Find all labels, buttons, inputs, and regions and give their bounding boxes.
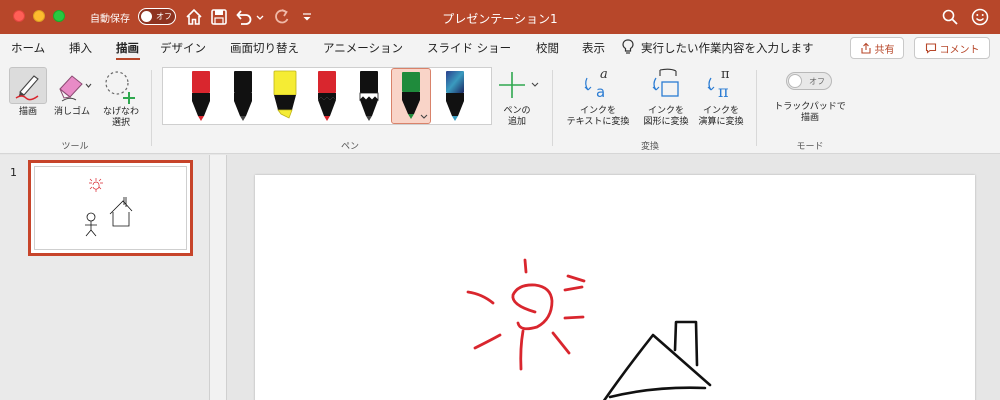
tab-view[interactable]: 表示 bbox=[582, 40, 605, 56]
lasso-select-button[interactable] bbox=[99, 68, 143, 108]
thumbnail-scrollbar[interactable] bbox=[210, 155, 227, 400]
add-pen-plus-icon bbox=[499, 72, 539, 98]
svg-text:a: a bbox=[596, 83, 605, 101]
ink-to-math-icon: π π bbox=[707, 67, 730, 101]
galaxy-pen-icon[interactable] bbox=[437, 68, 473, 124]
tell-me-search[interactable]: 実行したい作業内容を入力します bbox=[641, 40, 814, 56]
ink-to-text-label-line2: テキストに変換 bbox=[566, 117, 630, 127]
ink-to-math-button[interactable]: π π インクを 演算に変換 bbox=[694, 66, 748, 128]
active-tab-underline bbox=[116, 58, 140, 60]
lasso-select-icon bbox=[105, 71, 135, 104]
ink-to-shape-label-line1: インクを bbox=[647, 106, 684, 116]
search-icon[interactable] bbox=[940, 7, 960, 27]
sun-ray bbox=[563, 274, 586, 320]
ink-to-shape-button[interactable]: インクを 図形に変換 bbox=[636, 66, 696, 128]
sun-ray bbox=[519, 329, 525, 371]
black-pencil-icon[interactable] bbox=[351, 68, 387, 124]
trackpad-draw-label: トラックパッドで 描画 bbox=[766, 102, 854, 124]
tab-draw[interactable]: 描画 bbox=[116, 40, 139, 56]
eraser-icon bbox=[59, 75, 92, 102]
group-separator bbox=[552, 70, 553, 146]
tab-insert[interactable]: 挿入 bbox=[69, 40, 92, 56]
mode-group-label: モード bbox=[796, 142, 824, 152]
add-pen-button[interactable] bbox=[496, 68, 542, 106]
ink-to-shape-icon bbox=[652, 68, 679, 97]
yellow-highlighter-icon[interactable] bbox=[267, 68, 303, 124]
sun-ray bbox=[551, 331, 571, 355]
slide-drawing bbox=[466, 258, 712, 400]
tab-transitions[interactable]: 画面切り替え bbox=[230, 40, 299, 56]
add-pen-label-line2: 追加 bbox=[507, 117, 526, 127]
ink-to-text-icon: a a bbox=[584, 67, 608, 101]
add-pen-label-line1: ペンの bbox=[503, 106, 531, 116]
selected-pen-frame[interactable] bbox=[391, 68, 431, 124]
ink-to-math-label-line1: インクを bbox=[702, 106, 739, 116]
powerpoint-window: 自動保存 オフ プレゼンテーション1 ホーム 挿入 描画 デザイン 画面切り替え… bbox=[0, 0, 1000, 400]
slide-canvas[interactable] bbox=[255, 175, 975, 400]
thumbnail-drawing bbox=[85, 178, 133, 237]
svg-text:a: a bbox=[600, 67, 608, 82]
group-separator bbox=[756, 70, 757, 146]
sun-ray bbox=[473, 333, 502, 350]
tab-slideshow[interactable]: スライド ショー bbox=[427, 40, 511, 56]
thumb-stick-figure-sketch bbox=[85, 212, 97, 237]
house-ink-drawing bbox=[602, 320, 712, 400]
trackpad-label-line1: トラックパッドで bbox=[774, 102, 846, 112]
ink-to-text-label-line1: インクを bbox=[579, 106, 616, 116]
slide-number: 1 bbox=[10, 166, 17, 179]
lasso-label: なげなわ 選択 bbox=[95, 107, 147, 129]
red-pen-icon[interactable] bbox=[183, 68, 219, 124]
svg-text:π: π bbox=[721, 67, 730, 82]
draw-tool-button[interactable] bbox=[9, 67, 47, 104]
smiley-feedback-icon[interactable] bbox=[970, 7, 990, 27]
tab-home[interactable]: ホーム bbox=[11, 40, 45, 56]
ink-to-math-label-line2: 演算に変換 bbox=[698, 117, 744, 127]
sun-ray bbox=[563, 285, 584, 292]
share-button[interactable]: 共有 bbox=[850, 37, 904, 59]
black-pen-icon[interactable] bbox=[225, 68, 261, 124]
convert-group-label: 変換 bbox=[640, 142, 659, 152]
draw-tool-label: 描画 bbox=[18, 107, 37, 117]
trackpad-draw-toggle[interactable]: オフ bbox=[786, 72, 832, 90]
add-pen-label: ペンの 追加 bbox=[494, 106, 540, 128]
lasso-label-line2: 選択 bbox=[111, 118, 130, 128]
group-separator bbox=[151, 70, 152, 146]
slide-thumbnail-1[interactable] bbox=[28, 160, 193, 256]
lasso-label-line1: なげなわ bbox=[102, 107, 139, 117]
svg-text:π: π bbox=[718, 82, 729, 101]
thumb-house-sketch bbox=[109, 197, 133, 227]
title-bar: 自動保存 オフ プレゼンテーション1 bbox=[0, 0, 1000, 34]
comments-label: コメント bbox=[939, 44, 980, 56]
share-label: 共有 bbox=[874, 44, 895, 56]
comments-button[interactable]: コメント bbox=[914, 37, 990, 59]
thumb-sun-sketch bbox=[89, 178, 103, 192]
house-roof-base bbox=[608, 386, 707, 399]
lightbulb-icon bbox=[622, 39, 634, 54]
window-title: プレゼンテーション1 bbox=[442, 12, 558, 26]
trackpad-toggle-text: オフ bbox=[809, 77, 825, 86]
ink-to-text-button[interactable]: a a インクを テキストに変換 bbox=[562, 66, 634, 128]
tab-design[interactable]: デザイン bbox=[160, 40, 206, 56]
pen-gallery bbox=[162, 67, 492, 125]
comment-icon bbox=[925, 43, 936, 54]
tab-review[interactable]: 校閲 bbox=[536, 40, 559, 56]
pens-group-label: ペン bbox=[340, 142, 359, 152]
sun-ray bbox=[523, 258, 528, 274]
green-pen-icon bbox=[402, 72, 428, 119]
ink-to-shape-label-line2: 図形に変換 bbox=[643, 117, 689, 127]
tab-animations[interactable]: アニメーション bbox=[323, 40, 403, 56]
sun-ray bbox=[466, 290, 495, 305]
trackpad-label-line2: 描画 bbox=[800, 113, 819, 123]
sun-ink-drawing bbox=[466, 258, 586, 371]
draw-pen-icon bbox=[15, 75, 39, 101]
eraser-tool-label: 消しゴム bbox=[53, 107, 90, 117]
eraser-tool-button[interactable] bbox=[52, 68, 94, 108]
red-pencil-icon[interactable] bbox=[309, 68, 345, 124]
thumbnail-canvas bbox=[34, 166, 187, 250]
share-icon bbox=[860, 42, 871, 54]
tools-group-label: ツール bbox=[61, 142, 89, 152]
toggle-knob bbox=[788, 74, 802, 88]
sun-swirl bbox=[511, 283, 554, 331]
